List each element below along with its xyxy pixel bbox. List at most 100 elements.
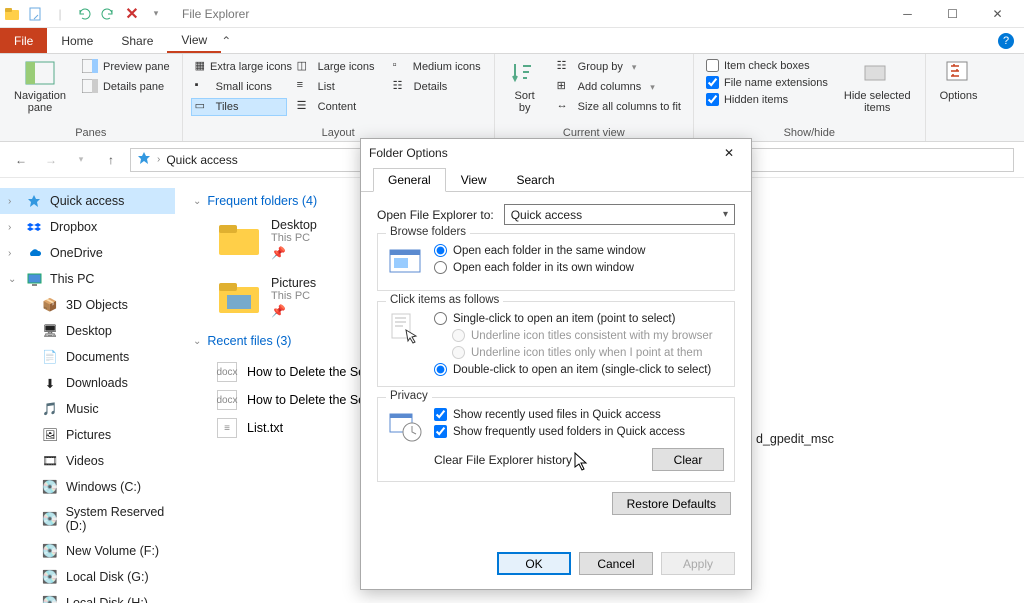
dialog-tab-view[interactable]: View — [446, 168, 502, 192]
sidebar-onedrive[interactable]: ›OneDrive — [0, 240, 175, 266]
chevron-down-icon: ⌄ — [193, 196, 201, 207]
nav-up-button[interactable]: ↑ — [100, 149, 122, 171]
sidebar-item-drive-c[interactable]: 💽Windows (C:) — [0, 474, 175, 500]
check-item-checkboxes[interactable]: Item check boxes — [702, 58, 832, 73]
partial-filename-text: d_gpedit_msc — [756, 432, 834, 446]
breadcrumb-location: Quick access — [166, 153, 237, 167]
drive-icon: 💽 — [42, 569, 58, 585]
collapse-ribbon-icon[interactable]: ⌃ — [221, 34, 231, 48]
sidebar-item-documents[interactable]: 📄Documents — [0, 344, 175, 370]
videos-icon: 🎞 — [42, 453, 58, 469]
drive-icon: 💽 — [42, 479, 58, 495]
folder-item-desktop[interactable]: DesktopThis PC📌 — [217, 218, 317, 260]
tab-share[interactable]: Share — [107, 28, 167, 53]
details-pane-button[interactable]: Details pane — [78, 78, 174, 96]
docx-icon: docx — [217, 362, 237, 382]
check-file-extensions[interactable]: File name extensions — [702, 75, 832, 90]
options-button[interactable]: Options — [934, 58, 984, 104]
folder-icon — [217, 279, 261, 315]
qat-delete-icon[interactable]: ✕ — [124, 6, 140, 22]
sidebar-item-videos[interactable]: 🎞Videos — [0, 448, 175, 474]
drive-icon: 💽 — [42, 595, 58, 603]
chevron-right-icon: › — [8, 196, 11, 207]
drive-icon: 💽 — [42, 543, 58, 559]
sidebar-item-drive-f[interactable]: 💽New Volume (F:) — [0, 538, 175, 564]
radio-own-window[interactable]: Open each folder in its own window — [434, 261, 724, 274]
layout-list[interactable]: ≡List — [293, 78, 383, 96]
nav-back-button[interactable]: ← — [10, 149, 32, 171]
layout-small[interactable]: ▪Small icons — [191, 78, 287, 96]
sidebar-item-downloads[interactable]: ⬇Downloads — [0, 370, 175, 396]
sidebar-item-drive-g[interactable]: 💽Local Disk (G:) — [0, 564, 175, 590]
sidebar-item-3d-objects[interactable]: 📦3D Objects — [0, 292, 175, 318]
qat-dropdown-icon[interactable]: ▾ — [148, 6, 164, 22]
size-columns-button[interactable]: ↔Size all columns to fit — [553, 98, 685, 116]
clear-button[interactable]: Clear — [652, 448, 724, 471]
sidebar-dropbox[interactable]: ›Dropbox — [0, 214, 175, 240]
desktop-icon: 🖥 — [42, 323, 58, 339]
downloads-icon: ⬇ — [42, 375, 58, 391]
qat-undo-icon[interactable] — [76, 6, 92, 22]
radio-double-click[interactable]: Double-click to open an item (single-cli… — [434, 363, 724, 376]
clear-history-label: Clear File Explorer history — [434, 453, 572, 467]
tab-view[interactable]: View — [167, 28, 221, 53]
chevron-right-icon: › — [157, 154, 160, 165]
navigation-pane-button[interactable]: Navigation pane — [8, 58, 72, 116]
tab-home[interactable]: Home — [47, 28, 107, 53]
layout-details[interactable]: ☷Details — [389, 78, 485, 96]
check-frequent-folders[interactable]: Show frequently used folders in Quick ac… — [434, 425, 724, 438]
sort-by-button[interactable]: Sort by — [503, 58, 547, 116]
pin-icon: 📌 — [271, 304, 316, 318]
check-hidden-items[interactable]: Hidden items — [702, 92, 832, 107]
radio-single-click[interactable]: Single-click to open an item (point to s… — [434, 312, 724, 325]
layout-medium[interactable]: ▫Medium icons — [389, 58, 485, 76]
nav-history-dropdown[interactable]: ▾ — [70, 149, 92, 171]
sidebar-thispc[interactable]: ⌄This PC — [0, 266, 175, 292]
hide-selected-button[interactable]: Hide selected items — [838, 58, 917, 116]
dialog-tabs: General View Search — [361, 167, 751, 192]
qat-redo-icon[interactable] — [100, 6, 116, 22]
docx-icon: docx — [217, 390, 237, 410]
help-icon[interactable]: ? — [998, 33, 1014, 49]
dialog-close-button[interactable]: ✕ — [715, 142, 743, 164]
cancel-button[interactable]: Cancel — [579, 552, 653, 575]
sidebar-quick-access[interactable]: ›Quick access — [0, 188, 175, 214]
documents-icon: 📄 — [42, 349, 58, 365]
restore-defaults-button[interactable]: Restore Defaults — [612, 492, 731, 515]
dialog-tab-general[interactable]: General — [373, 168, 446, 192]
window-icon — [388, 244, 424, 280]
window-title: File Explorer — [182, 7, 249, 21]
ok-button[interactable]: OK — [497, 552, 571, 575]
open-explorer-select[interactable]: Quick access▾ — [504, 204, 735, 225]
sidebar-item-drive-h[interactable]: 💽Local Disk (H:) — [0, 590, 175, 603]
layout-content[interactable]: ☰Content — [293, 98, 383, 116]
chevron-down-icon: ⌄ — [8, 274, 16, 285]
layout-extra-large[interactable]: ▦Extra large icons — [191, 58, 287, 76]
dialog-tab-search[interactable]: Search — [502, 168, 570, 192]
sidebar-item-desktop[interactable]: 🖥Desktop — [0, 318, 175, 344]
sidebar-item-music[interactable]: 🎵Music — [0, 396, 175, 422]
browse-folders-fieldset: Browse folders Open each folder in the s… — [377, 233, 735, 291]
layout-tiles[interactable]: ▭Tiles — [191, 98, 287, 116]
open-explorer-label: Open File Explorer to: — [377, 208, 494, 222]
nav-forward-button[interactable]: → — [40, 149, 62, 171]
group-by-button[interactable]: ☷Group by▾ — [553, 58, 685, 76]
apply-button[interactable]: Apply — [661, 552, 735, 575]
cursor-click-icon — [388, 312, 424, 348]
tab-file[interactable]: File — [0, 28, 47, 53]
close-button[interactable]: ✕ — [975, 0, 1020, 28]
preview-pane-button[interactable]: Preview pane — [78, 58, 174, 76]
qat-properties-icon[interactable] — [28, 6, 44, 22]
folder-item-pictures[interactable]: PicturesThis PC📌 — [217, 276, 316, 318]
radio-same-window[interactable]: Open each folder in the same window — [434, 244, 724, 257]
layout-large[interactable]: ◫Large icons — [293, 58, 383, 76]
sidebar-item-drive-d[interactable]: 💽System Reserved (D:) — [0, 500, 175, 538]
star-icon — [26, 193, 42, 209]
clock-icon — [388, 408, 424, 444]
check-recent-files[interactable]: Show recently used files in Quick access — [434, 408, 724, 421]
sidebar-item-pictures[interactable]: 🖼Pictures — [0, 422, 175, 448]
drive-icon: 💽 — [42, 511, 58, 527]
add-columns-button[interactable]: ⊞Add columns▾ — [553, 78, 685, 96]
maximize-button[interactable]: ☐ — [930, 0, 975, 28]
minimize-button[interactable]: ─ — [885, 0, 930, 28]
